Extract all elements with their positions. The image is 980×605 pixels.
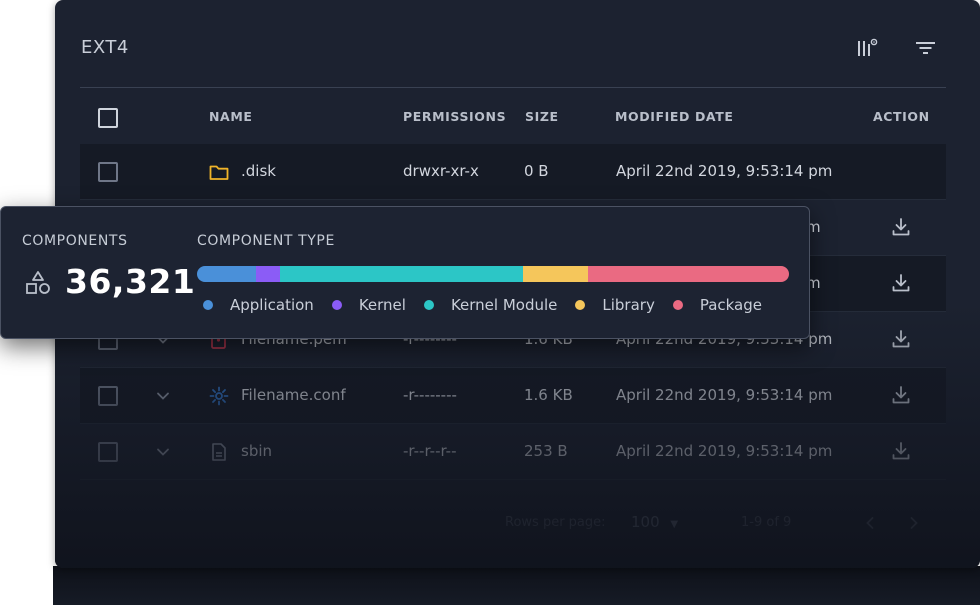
legend-dot [423,300,434,310]
file-size: 1.6 KB [524,386,573,404]
row-checkbox[interactable] [98,386,118,406]
bar-segment-library [522,266,588,282]
legend-label: Package [699,296,763,314]
rows-per-page-select[interactable]: 100 ▼ [631,513,678,531]
file-icon [208,441,230,463]
file-name[interactable]: .disk [241,162,276,180]
download-icon[interactable] [890,384,912,406]
download-icon[interactable] [890,216,912,238]
legend-label: Kernel Module [450,296,558,314]
table-row[interactable]: .disk drwxr-xr-x 0 B April 22nd 2019, 9:… [80,144,946,200]
background-strip [53,566,980,605]
pagination-range: 1-9 of 9 [741,515,792,530]
bar-segment-kernel [256,266,280,282]
bar-segment-package [587,266,789,282]
component-type-label: COMPONENT TYPE [197,233,335,249]
chevron-right-icon[interactable] [904,513,924,533]
component-type-legend: Application Kernel Kernel Module Library Pac… [203,294,780,316]
legend-label: Library [602,296,655,314]
components-count: 36,321 [65,262,196,301]
file-size: 0 B [524,162,549,180]
panel-title: EXT4 [81,37,129,58]
header-action: ACTION [873,109,930,124]
table-header: NAME PERMISSIONS SIZE MODIFIED DATE ACTI… [80,88,946,144]
rows-per-page-label: Rows per page: [505,515,606,530]
table-pagination: Rows per page: 100 ▼ 1-9 of 9 [80,499,946,547]
header-name[interactable]: NAME [209,109,253,124]
gear-icon [208,385,230,407]
file-permissions: -r--r--r-- [403,442,457,460]
row-checkbox[interactable] [98,162,118,182]
legend-dot [203,300,213,310]
legend-label: Application [230,296,314,314]
bar-segment-kernel-module [279,266,523,282]
legend-item: Application [203,296,314,314]
header-modified-date[interactable]: MODIFIED DATE [615,109,734,124]
download-icon[interactable] [890,328,912,350]
table-row[interactable]: Filename.conf -r-------- 1.6 KB April 22… [80,368,946,424]
legend-dot [672,300,683,310]
download-icon[interactable] [890,272,912,294]
file-name[interactable]: sbin [241,442,272,460]
columns-settings-icon[interactable] [855,36,879,60]
file-permissions: drwxr-xr-x [403,162,479,180]
file-size: 253 B [524,442,568,460]
header-permissions[interactable]: PERMISSIONS [403,109,506,124]
shapes-icon [24,269,52,297]
legend-dot [575,300,586,310]
components-summary-card: COMPONENTS 36,321 COMPONENT TYPE Applica… [0,206,810,339]
download-icon[interactable] [890,440,912,462]
chevron-down-icon[interactable] [153,386,173,406]
table-row[interactable]: sbin -r--r--r-- 253 B April 22nd 2019, 9… [80,424,946,480]
legend-dot [331,300,342,310]
rows-per-page-value: 100 [631,513,660,531]
file-modified-date: April 22nd 2019, 9:53:14 pm [616,162,833,180]
legend-item: Kernel [331,296,406,314]
file-modified-date: April 22nd 2019, 9:53:14 pm [616,386,833,404]
file-permissions: -r-------- [403,386,457,404]
chevron-down-icon[interactable] [153,442,173,462]
legend-label: Kernel [358,296,406,314]
legend-item: Library [575,296,655,314]
folder-icon [208,161,230,183]
caret-down-icon: ▼ [670,519,679,530]
components-label: COMPONENTS [22,233,128,249]
legend-item: Package [672,296,763,314]
select-all-checkbox[interactable] [98,108,118,128]
component-type-bar [197,266,789,282]
header-size[interactable]: SIZE [525,109,559,124]
legend-item: Kernel Module [423,296,558,314]
row-checkbox[interactable] [98,442,118,462]
filter-icon[interactable] [913,36,937,60]
bar-segment-application [197,266,257,282]
file-name[interactable]: Filename.conf [241,386,346,404]
chevron-left-icon[interactable] [860,513,880,533]
file-modified-date: April 22nd 2019, 9:53:14 pm [616,442,833,460]
